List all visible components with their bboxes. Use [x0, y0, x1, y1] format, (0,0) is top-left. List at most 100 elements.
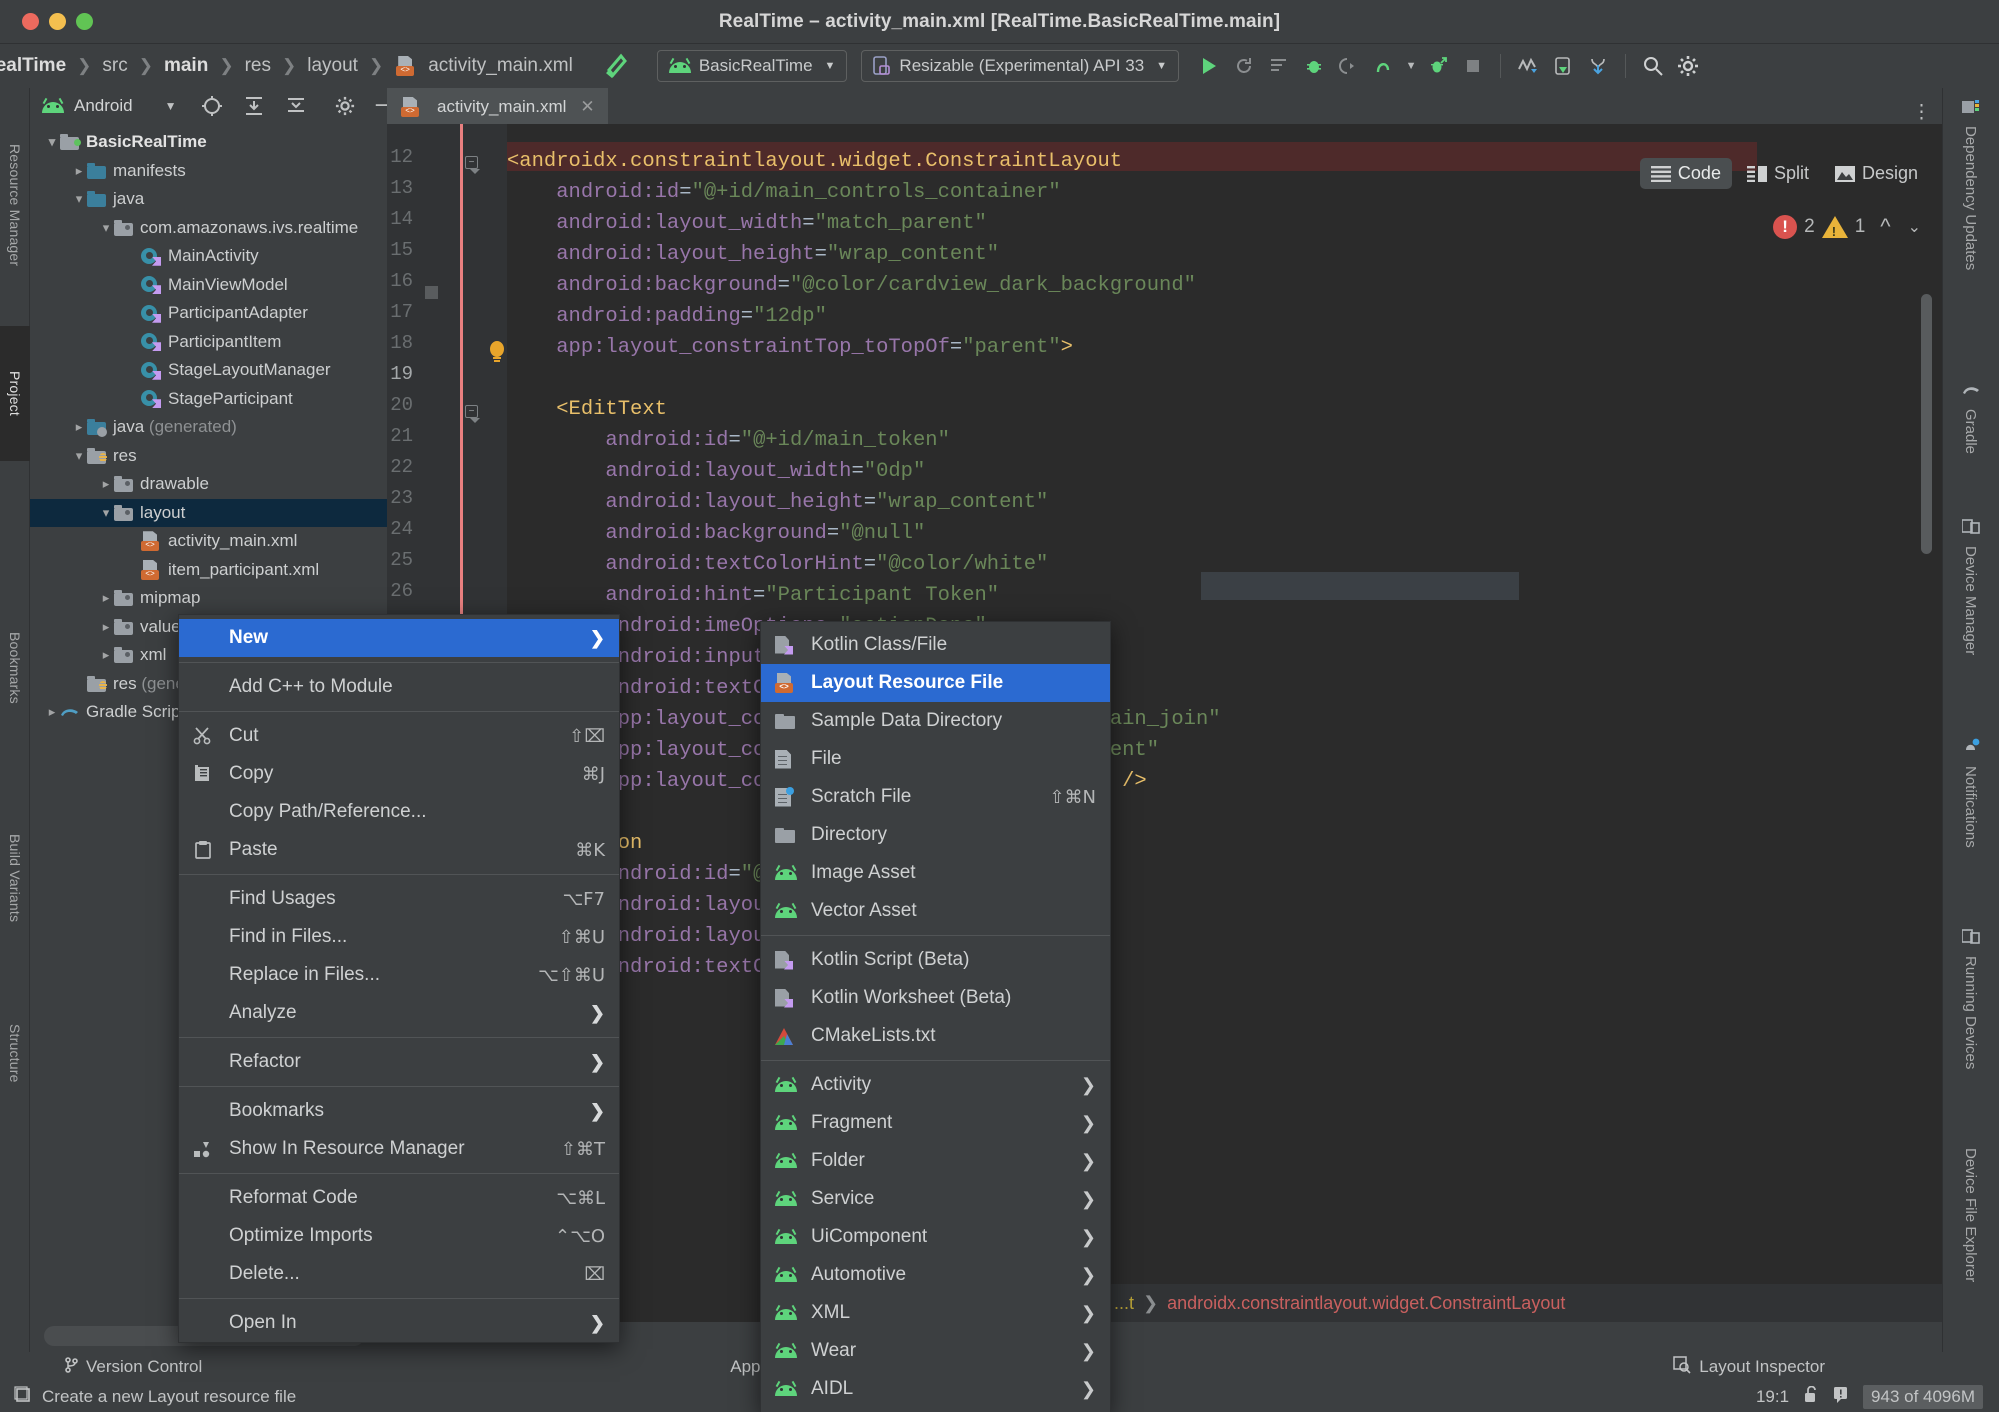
- menu-item-paste[interactable]: Paste ⌘K: [179, 831, 619, 869]
- twisty-collapsed-icon[interactable]: ▸: [98, 590, 114, 606]
- expand-all-icon[interactable]: [243, 95, 265, 117]
- menu-item-replace-in-files[interactable]: Replace in Files... ⌥⇧⌘U: [179, 956, 619, 994]
- collapse-all-icon[interactable]: [285, 95, 307, 117]
- tree-item-mainviewmodel[interactable]: MainViewModel: [30, 271, 387, 300]
- menu-item-find-usages[interactable]: Find Usages ⌥F7: [179, 880, 619, 918]
- code-line[interactable]: app:layout_constraintTop_toTopOf="parent…: [507, 332, 1073, 363]
- download-icon[interactable]: [1582, 50, 1614, 82]
- logcat-icon[interactable]: [1512, 50, 1544, 82]
- twisty-collapsed-icon[interactable]: ▸: [71, 163, 87, 179]
- menu-item-add-c++-to-module[interactable]: Add C++ to Module: [179, 668, 619, 706]
- submenu-item-directory[interactable]: Directory: [761, 816, 1110, 854]
- twisty-expanded-icon[interactable]: ▾: [98, 505, 114, 521]
- tree-item-stagelayoutmanager[interactable]: StageLayoutManager: [30, 356, 387, 385]
- profile-icon[interactable]: [1368, 50, 1400, 82]
- context-menu[interactable]: New ❯ Add C++ to Module Cut ⇧⌧ Copy ⌘J Copy Pat…: [178, 614, 620, 1343]
- submenu-item-uicomponent[interactable]: UiComponent ❯: [761, 1218, 1110, 1256]
- sidebar-tab-structure[interactable]: Structure: [0, 983, 30, 1123]
- code-editor[interactable]: 1213141516171819202122232425262728293031…: [387, 124, 1942, 1322]
- device-selector[interactable]: Resizable (Experimental) API 33 ▼: [861, 50, 1180, 82]
- tool-window-layout-inspector[interactable]: Layout Inspector: [1659, 1355, 1839, 1379]
- tree-item-java[interactable]: ▾ java: [30, 185, 387, 214]
- sidebar-tab-gradle[interactable]: Gradle: [1942, 373, 1999, 503]
- build-hammer-icon[interactable]: [599, 52, 633, 80]
- menu-item-reformat-code[interactable]: Reformat Code ⌥⌘L: [179, 1179, 619, 1217]
- submenu-item-service[interactable]: Service ❯: [761, 1180, 1110, 1218]
- twisty-collapsed-icon[interactable]: ▸: [98, 647, 114, 663]
- lock-open-icon[interactable]: [1803, 1385, 1819, 1409]
- twisty-collapsed-icon[interactable]: ▸: [71, 419, 87, 435]
- sidebar-tab-bookmarks[interactable]: Bookmarks: [0, 588, 30, 748]
- more-options-icon[interactable]: ⋮: [1912, 101, 1942, 124]
- editor-breadcrumb-right[interactable]: androidx.constraintlayout.widget.Constra…: [1167, 1293, 1565, 1314]
- select-opened-file-icon[interactable]: [201, 95, 223, 117]
- code-line[interactable]: android:layout_height="wrap_content": [507, 487, 1048, 518]
- twisty-collapsed-icon[interactable]: ▸: [98, 619, 114, 635]
- sidebar-tab-resource-manager[interactable]: Resource Manager: [0, 88, 30, 323]
- tree-item-manifests[interactable]: ▸ manifests: [30, 157, 387, 186]
- code-line[interactable]: android:background="@color/cardview_dark…: [507, 270, 1196, 301]
- fold-marker-icon[interactable]: −: [465, 405, 480, 423]
- run-configuration-selector[interactable]: BasicRealTime ▼: [656, 50, 848, 82]
- sidebar-tab-running-devices[interactable]: Running Devices: [1942, 918, 1999, 1128]
- tool-window-version-control[interactable]: Version Control: [50, 1356, 216, 1378]
- breadcrumb-item-4[interactable]: layout: [305, 55, 360, 77]
- view-mode-split[interactable]: Split: [1736, 158, 1820, 189]
- twisty-collapsed-icon[interactable]: ▸: [98, 476, 114, 492]
- view-mode-code[interactable]: Code: [1639, 158, 1732, 189]
- run-icon[interactable]: [1193, 50, 1225, 82]
- twisty-expanded-icon[interactable]: ▾: [71, 191, 87, 207]
- submenu-item-kotlin-script-beta[interactable]: Kotlin Script (Beta): [761, 941, 1110, 979]
- code-line[interactable]: android:hint="Participant Token": [507, 580, 999, 611]
- sidebar-tab-dependency-updates[interactable]: Dependency Updates: [1942, 88, 1999, 358]
- submenu-item-file[interactable]: File: [761, 740, 1110, 778]
- attach-debugger-icon[interactable]: [1333, 50, 1365, 82]
- submenu-item-xml[interactable]: XML ❯: [761, 1294, 1110, 1332]
- tree-item-mipmap[interactable]: ▸ mipmap: [30, 584, 387, 613]
- twisty-expanded-icon[interactable]: ▾: [44, 134, 60, 150]
- breadcrumb-item-0[interactable]: RealTime: [0, 55, 68, 77]
- memory-indicator[interactable]: 943 of 4096M: [1863, 1385, 1983, 1409]
- submenu-item-kotlin-class-file[interactable]: Kotlin Class/File: [761, 626, 1110, 664]
- twisty-expanded-icon[interactable]: ▾: [98, 220, 114, 236]
- menu-item-delete[interactable]: Delete... ⌧: [179, 1255, 619, 1293]
- editor-scrollbar[interactable]: [1921, 294, 1932, 554]
- menu-item-bookmarks[interactable]: Bookmarks ❯: [179, 1092, 619, 1130]
- code-line[interactable]: android:layout_width="0dp": [507, 456, 925, 487]
- breadcrumb-item-1[interactable]: src: [100, 55, 129, 77]
- breadcrumb-item-3[interactable]: res: [243, 55, 273, 77]
- code-line[interactable]: android:padding="12dp": [507, 301, 827, 332]
- chevron-down-icon[interactable]: ▼: [165, 95, 177, 117]
- intention-bulb-icon[interactable]: [486, 340, 508, 369]
- code-line[interactable]: android:layout_height="wrap_content": [507, 239, 999, 270]
- submenu-item-cmakelists-txt[interactable]: CMakeLists.txt: [761, 1017, 1110, 1055]
- tree-item-item-participant-xml[interactable]: <> item_participant.xml: [30, 556, 387, 585]
- editor-tab-activity-main[interactable]: <> activity_main.xml ✕: [387, 88, 608, 124]
- apply-changes-icon[interactable]: [1263, 50, 1295, 82]
- tree-item-java-generated[interactable]: ▸ java (generated): [30, 413, 387, 442]
- menu-item-copy[interactable]: Copy ⌘J: [179, 755, 619, 793]
- code-line[interactable]: android:textColorHint="@color/white": [507, 549, 1048, 580]
- stop-icon[interactable]: [1457, 50, 1489, 82]
- code-line[interactable]: android:id="@+id/main_controls_container…: [507, 177, 1060, 208]
- menu-item-optimize-imports[interactable]: Optimize Imports ⌃⌥O: [179, 1217, 619, 1255]
- tree-item-com-amazonaws-ivs-realtime[interactable]: ▾ com.amazonaws.ivs.realtime: [30, 214, 387, 243]
- submenu-item-fragment[interactable]: Fragment ❯: [761, 1104, 1110, 1142]
- submenu-item-layout-resource-file[interactable]: <> Layout Resource File: [761, 664, 1110, 702]
- debug-icon[interactable]: [1298, 50, 1330, 82]
- submenu-item-automotive[interactable]: Automotive ❯: [761, 1256, 1110, 1294]
- view-mode-design[interactable]: Design: [1824, 158, 1929, 189]
- menu-item-find-in-files[interactable]: Find in Files... ⇧⌘U: [179, 918, 619, 956]
- next-problem-icon[interactable]: ⌄: [1908, 217, 1921, 237]
- submenu-item-wear[interactable]: Wear ❯: [761, 1332, 1110, 1370]
- breadcrumb-item-2[interactable]: main: [162, 55, 210, 77]
- code-line[interactable]: android:layout_width="match_parent": [507, 208, 987, 239]
- submenu-item-folder[interactable]: Folder ❯: [761, 1142, 1110, 1180]
- menu-item-new[interactable]: New ❯: [179, 619, 619, 657]
- previous-problem-icon[interactable]: ^: [1880, 214, 1890, 240]
- notification-icon[interactable]: [1833, 1386, 1849, 1409]
- code-line[interactable]: android:background="@null": [507, 518, 925, 549]
- tree-item-layout[interactable]: ▾ layout: [30, 498, 387, 527]
- bookmark-marker-icon[interactable]: [425, 286, 438, 299]
- menu-item-analyze[interactable]: Analyze ❯: [179, 994, 619, 1032]
